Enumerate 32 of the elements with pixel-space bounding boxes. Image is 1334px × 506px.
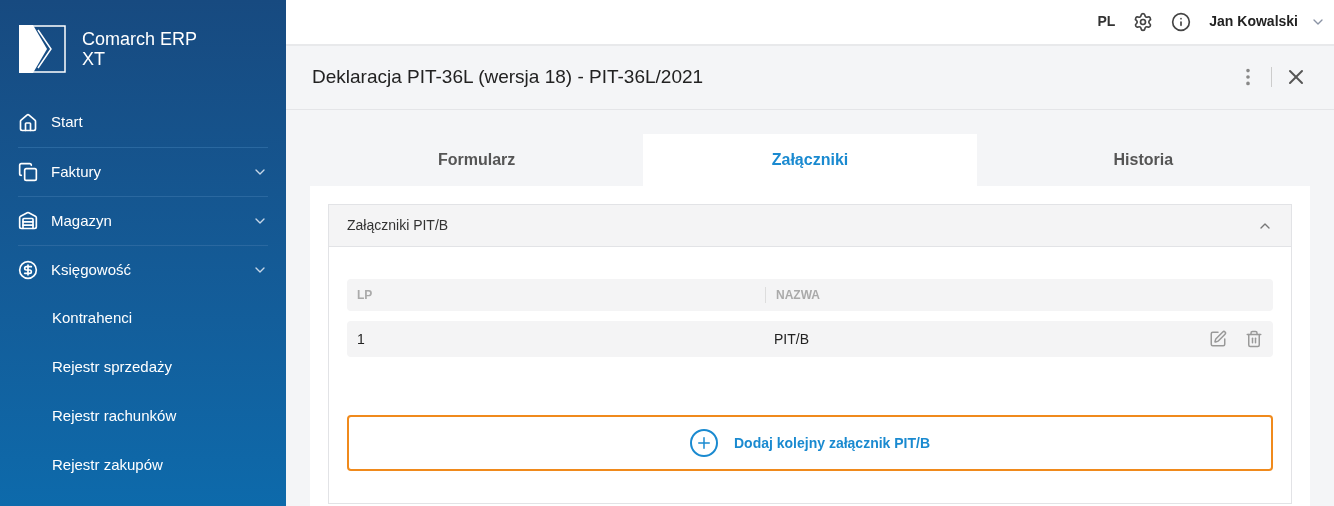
sidebar-subitem[interactable]: Rejestr zakupów — [52, 454, 163, 477]
warehouse-icon — [18, 211, 38, 231]
column-header: LP — [356, 287, 374, 304]
column-header: NAZWA — [775, 287, 820, 304]
sidebar-subitem[interactable]: Rejestr rachunków — [52, 405, 177, 428]
table-cell-text: PIT/B — [773, 329, 810, 349]
sidebar-subitem[interactable]: Kontrahenci — [52, 307, 133, 330]
edit-icon[interactable] — [1209, 330, 1227, 348]
document-title: Deklaracja PIT-36L (wersja 18) - PIT-36L/2021 — [312, 65, 705, 90]
language-code[interactable]: PL — [1097, 11, 1116, 33]
user-menu[interactable]: Jan Kowalski — [1209, 11, 1326, 33]
section-header[interactable]: Załączniki PIT/B — [329, 205, 1291, 247]
settings-icon[interactable] — [1133, 11, 1154, 32]
info-icon[interactable] — [1171, 11, 1192, 32]
tab[interactable]: Formularz — [310, 134, 644, 186]
home-icon — [18, 112, 38, 133]
documents-icon — [18, 162, 38, 182]
sidebar-item[interactable]: Magazyn — [18, 197, 268, 245]
table-cell-text: 1 — [356, 329, 366, 349]
dollar-icon — [18, 260, 38, 280]
sidebar-item[interactable]: Start — [18, 98, 268, 147]
sidebar-subitem[interactable]: Rejestr sprzedaży — [52, 356, 173, 379]
sidebar-item[interactable]: Faktury — [18, 148, 268, 196]
sidebar-item[interactable]: Księgowość — [18, 246, 268, 294]
add-attachment-button[interactable]: Dodaj kolejny załącznik PIT/B — [347, 415, 1273, 471]
trash-icon[interactable] — [1245, 330, 1263, 348]
table-row[interactable]: 1 PIT/B — [347, 321, 1273, 357]
brand-name: Comarch ERP XT — [82, 29, 198, 69]
logo-icon — [18, 25, 66, 73]
tab[interactable]: Historia — [976, 134, 1310, 186]
plus-icon — [689, 429, 718, 457]
tab[interactable]: Załączniki — [643, 134, 977, 186]
